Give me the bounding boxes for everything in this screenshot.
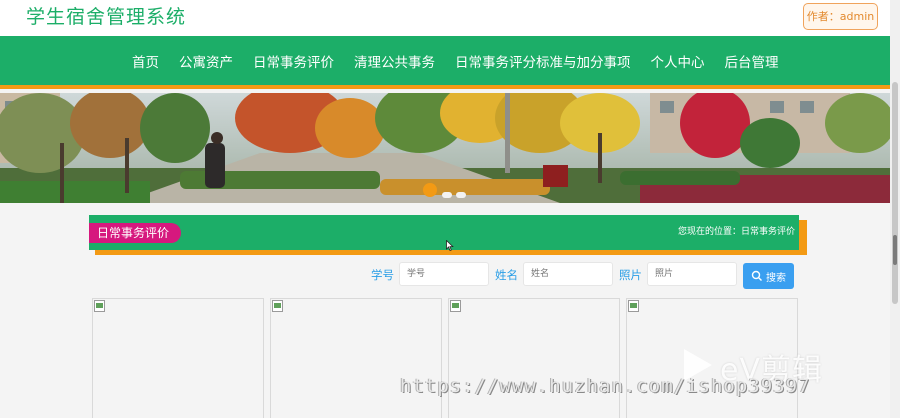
nav-item-daily-evaluation[interactable]: 日常事务评价 [253,51,334,71]
evaluation-card[interactable] [448,298,620,418]
nav-item-scoring-standards[interactable]: 日常事务评分标准与加分事项 [455,51,631,71]
nav-item-admin[interactable]: 后台管理 [725,51,779,71]
author-badge[interactable]: 作者：admin [803,3,878,30]
carousel-dot-1[interactable] [423,183,437,197]
watermark-url: https://www.huzhan.com/ishop39397 [400,375,811,397]
student-id-label: 学号 [371,268,394,282]
page: 学生宿舍管理系统 作者：admin 首页 公寓资产 日常事务评价 清理公共事务 … [0,0,900,418]
evaluation-card[interactable] [270,298,442,418]
carousel-dot-2[interactable] [442,192,452,198]
search-button-label: 搜索 [766,272,786,284]
breadcrumb: 您现在的位置：日常事务评价 [677,227,795,237]
mouse-cursor-icon [446,240,454,252]
main-nav: 首页 公寓资产 日常事务评价 清理公共事务 日常事务评分标准与加分事项 个人中心… [0,36,890,89]
photo-label: 照片 [619,268,642,282]
section-title: 日常事务评价 [89,223,182,243]
banner-carousel[interactable] [0,93,890,203]
student-id-input[interactable] [399,262,489,286]
scrollbar-thumb[interactable] [892,82,898,304]
search-button[interactable]: 搜索 [743,263,794,289]
photo-input[interactable] [647,262,737,286]
top-bar: 学生宿舍管理系统 作者：admin [0,0,890,36]
nav-item-public-cleaning[interactable]: 清理公共事务 [354,51,435,71]
nav-item-home[interactable]: 首页 [132,51,159,71]
nav-item-personal-center[interactable]: 个人中心 [651,51,705,71]
site-title[interactable]: 学生宿舍管理系统 [26,5,186,29]
scrollbar-grip[interactable] [893,235,897,265]
carousel-dot-3[interactable] [456,192,466,198]
broken-image-icon [628,300,639,312]
evaluation-card[interactable] [92,298,264,418]
broken-image-icon [272,300,283,312]
nav-item-assets[interactable]: 公寓资产 [179,51,233,71]
search-icon [751,270,762,281]
banner-image [0,93,890,203]
broken-image-icon [94,300,105,312]
nav-list: 首页 公寓资产 日常事务评价 清理公共事务 日常事务评分标准与加分事项 个人中心… [122,36,789,85]
broken-image-icon [450,300,461,312]
name-label: 姓名 [495,268,518,282]
name-input[interactable] [523,262,613,286]
